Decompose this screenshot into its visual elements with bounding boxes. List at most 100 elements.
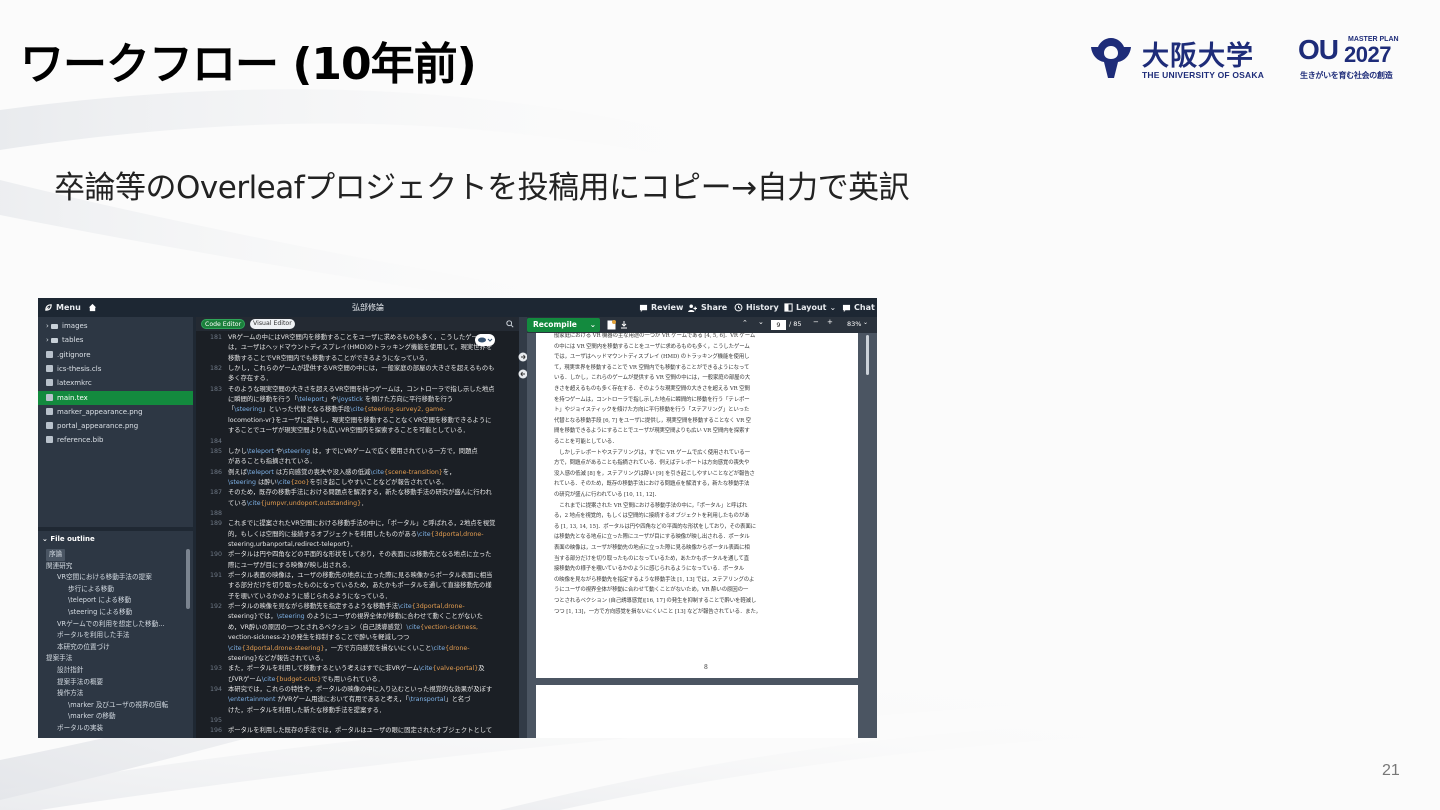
code-line: 189 これまでに提案されたVR空間における移動手法の中に，「ポータル」と呼ばれる… (196, 519, 519, 529)
share-button[interactable]: Share (688, 298, 727, 317)
home-button[interactable] (88, 298, 97, 317)
code-text: しかし\teleport や\steering は，すでにVRゲームで広く使用さ… (228, 447, 478, 455)
outline-item[interactable]: VRゲームでの利用を想定した移動... (57, 619, 165, 631)
osaka-university-logo: 大阪大学 THE UNIVERSITY OF OSAKA (1088, 34, 1266, 84)
chevron-down-icon[interactable]: ⌄ (590, 318, 596, 332)
pdf-text-line: 間を移動できるようにすることでユーザが現実空間よりも広い VR 空間内を探索す (554, 428, 750, 435)
file-name: reference.bib (57, 436, 104, 445)
next-page-icon[interactable]: ⌄ (758, 318, 764, 326)
code-text: があることも指摘されている． (228, 458, 316, 466)
outline-item[interactable]: \marker の移動 (68, 711, 116, 723)
file-tree-item[interactable]: reference.bib (38, 433, 193, 447)
overleaf-topbar: Menu 弘部修論 Review Share History Layout ⌄ (38, 298, 877, 317)
pdf-scrollbar[interactable] (866, 335, 869, 375)
code-text: 多く存在する． (228, 375, 273, 383)
code-editor-toggle[interactable]: Code Editor (201, 319, 246, 329)
pdf-next-page (536, 685, 858, 738)
share-label: Share (701, 303, 728, 312)
file-tree-item[interactable]: ics-thesis.cls (38, 362, 193, 376)
outline-item[interactable]: 歩行による移動 (68, 584, 114, 596)
pdf-viewer[interactable]: 般家庭における VR 機器の主な用途の一つが VR ゲームである [4, 5, … (527, 333, 877, 738)
outline-item[interactable]: ポータルの実装 (57, 723, 103, 735)
line-number: 186 (209, 468, 222, 476)
code-text: 例えば\teleport は方向感覚の喪失や没入感の低減\cite{scene-… (228, 468, 456, 476)
file-tree-item[interactable]: latexmkrc (38, 376, 193, 390)
code-text: ている\cite{jumpvr,undoport,outstanding}． (228, 499, 368, 507)
file-icon (46, 379, 53, 387)
review-button[interactable]: Review (639, 298, 683, 317)
outline-item[interactable]: ポータルを利用した手法 (57, 630, 130, 642)
project-name: 弘部修論 (352, 303, 384, 312)
pdf-text-line: ることを可能としている． (554, 439, 618, 445)
zoom-level[interactable]: 83% (847, 320, 861, 328)
code-text: steering}では，\steering のようにユーザの視界全体が移動に合わ… (228, 613, 483, 621)
outline-item[interactable]: 序論 (46, 549, 66, 561)
file-icon (46, 350, 53, 358)
code-editor[interactable]: Code Editor Visual Editor 181 VRゲームの中にはVR… (196, 317, 519, 738)
eye-visibility-icon[interactable] (475, 334, 495, 346)
file-icon (46, 436, 53, 444)
code-text: VRゲームの中にはVR空間内を移動することをユーザに求めるものも多く，こうしたゲ… (228, 334, 484, 341)
file-tree-item[interactable]: portal_appearance.png (38, 419, 193, 433)
chat-icon (842, 304, 851, 312)
pane-gutter[interactable] (518, 317, 528, 738)
visual-editor-toggle[interactable]: Visual Editor (250, 319, 295, 329)
file-tree-item[interactable]: › images (38, 319, 193, 333)
outline-item[interactable]: 設計指針 (57, 665, 83, 677)
outline-item[interactable]: 操作方法 (57, 688, 83, 700)
layout-label: Layout (796, 303, 827, 312)
outline-item[interactable]: 提案手法の概要 (57, 677, 103, 689)
file-outline-title: File outline (50, 535, 95, 543)
outline-item[interactable]: \steering による移動 (68, 607, 132, 619)
line-number: 192 (209, 603, 222, 611)
log-document-icon[interactable] (607, 320, 616, 330)
code-line: \steering は酔い\cite{zoo}を引き起こしやすいことなどが報告さ… (196, 478, 519, 488)
previous-page-icon[interactable]: ⌃ (742, 319, 748, 327)
editor-toolbar: Code Editor Visual Editor (196, 317, 519, 331)
outline-item[interactable]: VR空間における移動手法の提案 (57, 572, 152, 584)
file-name: main.tex (57, 393, 88, 402)
file-tree-item[interactable]: marker_appearance.png (38, 405, 193, 419)
layout-button[interactable]: Layout ⌄ (784, 298, 836, 317)
history-button[interactable]: History (734, 298, 779, 317)
code-text: steering}などが報告されている． (228, 654, 327, 662)
line-number: 189 (209, 520, 222, 528)
file-tree-item[interactable]: .gitignore (38, 348, 193, 362)
code-text: に瞬間的に移動を行う「\teleport」や\joystick を傾けた方向に平… (228, 396, 454, 404)
outline-scrollbar[interactable] (186, 549, 190, 609)
code-line: \entertainment がVRゲーム用途において有用であると考え，「\tr… (196, 695, 519, 705)
image-file-icon (46, 407, 53, 415)
download-icon[interactable] (620, 321, 628, 329)
osaka-university-english-name: THE UNIVERSITY OF OSAKA (1142, 70, 1265, 80)
code-line: steering,urbanportal,redirect-teleport}． (196, 540, 519, 550)
chat-button[interactable]: Chat (842, 298, 875, 317)
recompile-button[interactable]: Recompile ⌄ (527, 318, 600, 332)
code-text: locomotion-vr}をユーザに提供し，現実空間を移動することなくVR空間… (228, 416, 492, 424)
chevron-down-icon[interactable]: ⌄ (863, 319, 868, 326)
page-number-input[interactable]: 9 (771, 320, 786, 330)
overleaf-leaf-icon (45, 304, 52, 311)
page-total: / 85 (789, 320, 802, 328)
master-plan-logo: OU MASTER PLAN 2027 生きがいを育む社会の創造 (1298, 34, 1408, 84)
code-text: しかし，これらのゲームが提供するVR空間の中には，一般家庭の部屋の大きさを超える… (228, 365, 495, 373)
zoom-out-icon[interactable]: − (813, 318, 819, 326)
code-text: けた，ポータルを利用した新たな移動手法を提案する． (228, 706, 386, 714)
zoom-in-icon[interactable]: + (827, 318, 833, 326)
outline-item[interactable]: 関連研究 (46, 561, 72, 573)
file-name: .gitignore (57, 350, 91, 359)
outline-item[interactable]: \teleport による移動 (68, 595, 131, 607)
file-tree-item[interactable]: main.tex (38, 390, 193, 405)
outline-item[interactable]: 本研究の位置づけ (57, 642, 110, 654)
code-text: 子を覗いているかのように感じられるようになっている． (228, 592, 392, 600)
outline-item[interactable]: \marker 及びユーザの視界の回転 (68, 700, 168, 712)
code-line: 多く存在する． (196, 374, 519, 384)
outline-item[interactable]: 提案手法 (46, 653, 72, 665)
search-icon[interactable] (506, 320, 514, 328)
file-tree-item[interactable]: › tables (38, 333, 193, 347)
code-line: 的，もしくは空間的に接続するオブジェクトを利用したものがある\cite{3dpo… (196, 530, 519, 540)
slide-page-number: 21 (1382, 762, 1400, 779)
menu-button[interactable]: Menu (44, 298, 81, 317)
code-line: することでユーザが現実空間よりも広いVR空間内を探索することを可能としている． (196, 426, 519, 436)
file-outline-header[interactable]: ⌄ File outline (38, 531, 193, 547)
code-line: 192 ポータルの映像を見ながら移動先を指定するような移動手法\cite{3dpo… (196, 602, 519, 612)
